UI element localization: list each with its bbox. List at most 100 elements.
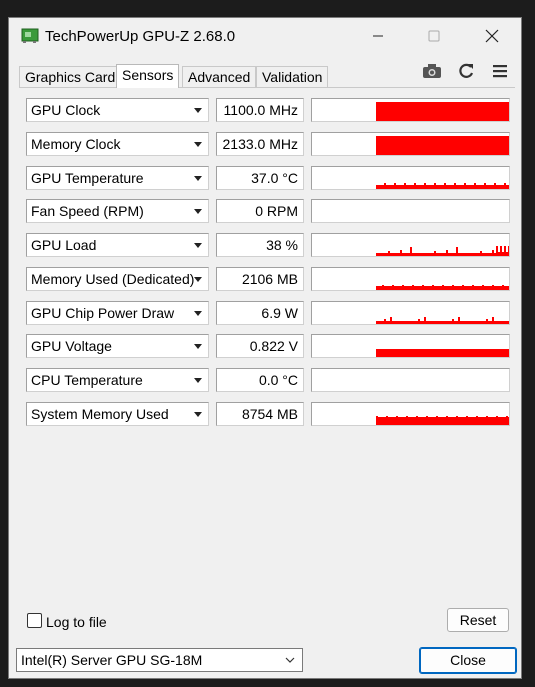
graph-bar — [404, 417, 406, 425]
refresh-button[interactable] — [454, 61, 478, 83]
graph-bar — [380, 102, 382, 121]
minimize-icon — [372, 29, 384, 45]
sensor-name-dropdown[interactable]: Memory Used (Dedicated) — [26, 267, 209, 291]
sensor-name: Fan Speed (RPM) — [31, 203, 144, 219]
graph-bar — [486, 102, 488, 121]
graph-bar — [508, 136, 509, 155]
graph-bar — [454, 349, 456, 357]
log-to-file-checkbox[interactable] — [27, 613, 42, 628]
graph-bar — [428, 286, 430, 290]
gpu-selector-dropdown[interactable]: Intel(R) Server GPU SG-18M — [16, 648, 303, 672]
sensor-name-dropdown[interactable]: GPU Load — [26, 233, 209, 257]
tab-validation[interactable]: Validation — [256, 66, 329, 87]
graph-bar — [450, 253, 452, 256]
graph-bar — [462, 185, 464, 189]
graph-bar — [450, 321, 452, 324]
sensor-name-dropdown[interactable]: Memory Clock — [26, 132, 209, 156]
refresh-icon — [457, 62, 475, 83]
graph-bar — [380, 253, 382, 256]
graph-bar — [404, 253, 406, 256]
graph-bar — [432, 253, 434, 256]
graph-bar — [378, 321, 380, 324]
graph-bar — [438, 417, 440, 425]
graph-bar — [404, 321, 406, 324]
graph-bar — [430, 321, 432, 324]
close-button[interactable]: Close — [419, 647, 517, 674]
sensor-value: 1100.0 MHz — [216, 98, 304, 122]
graph-bar — [382, 417, 384, 425]
reset-button[interactable]: Reset — [447, 608, 509, 632]
sensor-graph — [311, 368, 510, 392]
graph-bar — [484, 286, 486, 290]
tab-advanced[interactable]: Advanced — [182, 66, 257, 87]
graph-bar — [406, 286, 408, 290]
graph-bar — [386, 321, 388, 324]
graph-bar — [446, 416, 448, 425]
graph-bar — [448, 286, 450, 290]
graph-bar — [380, 321, 382, 324]
graph-bar — [462, 285, 464, 290]
graph-bar — [440, 136, 442, 155]
graph-bar — [454, 253, 456, 256]
graph-bar — [386, 136, 388, 155]
sensor-name-dropdown[interactable]: GPU Temperature — [26, 166, 209, 190]
sensor-name-dropdown[interactable]: CPU Temperature — [26, 368, 209, 392]
graph-bar — [404, 136, 406, 155]
graph-bar — [406, 349, 408, 357]
menu-button[interactable] — [488, 61, 512, 83]
minimize-button[interactable] — [355, 18, 401, 56]
sensor-value: 0 RPM — [216, 199, 304, 223]
graph-bar — [402, 285, 404, 290]
graph-bar — [416, 416, 418, 425]
graph-bar — [440, 102, 442, 121]
graph-bar — [482, 321, 484, 324]
graph-bar — [424, 286, 426, 290]
sensor-name-dropdown[interactable]: Fan Speed (RPM) — [26, 199, 209, 223]
graph-bar — [490, 136, 492, 155]
sensor-name-dropdown[interactable]: GPU Clock — [26, 98, 209, 122]
graph-bar — [424, 136, 426, 155]
graph-bar — [504, 321, 506, 324]
graph-bar — [476, 416, 478, 425]
sensor-name-dropdown[interactable]: GPU Voltage — [26, 334, 209, 358]
sensor-name-dropdown[interactable]: GPU Chip Power Draw — [26, 301, 209, 325]
graph-bar — [484, 183, 486, 189]
graph-bar — [384, 319, 386, 324]
graph-bar — [410, 136, 412, 155]
graph-bar — [418, 319, 420, 324]
sensor-graph — [311, 301, 510, 325]
graph-bar — [418, 349, 420, 357]
tab-sensors[interactable]: Sensors — [116, 64, 180, 88]
sensors-panel: GPU Clock 1100.0 MHz Memory Clock 2133.0 MH… — [19, 88, 515, 613]
graph-bar — [472, 349, 474, 357]
close-window-button[interactable] — [469, 18, 515, 56]
graph-bar — [384, 349, 386, 357]
graph-bar — [500, 102, 502, 121]
graph-bar — [468, 286, 470, 290]
graph-bar — [478, 253, 480, 256]
sensor-name-dropdown[interactable]: System Memory Used — [26, 402, 209, 426]
graph-bar — [478, 417, 480, 425]
tab-graphics-card[interactable]: Graphics Card — [19, 66, 122, 87]
graph-bar — [396, 185, 398, 189]
graph-bar — [376, 102, 378, 121]
graph-bar — [400, 250, 402, 256]
graph-bar — [414, 286, 416, 290]
sensor-name: GPU Load — [31, 237, 97, 253]
graph-bar — [466, 102, 468, 121]
graph-bar — [394, 183, 396, 189]
graph-bar — [476, 102, 478, 121]
graph-bar — [380, 417, 382, 425]
graph-bar — [462, 349, 464, 357]
graph-bar — [388, 321, 390, 324]
maximize-button[interactable] — [411, 18, 457, 56]
graph-bar — [500, 246, 502, 256]
graph-bar — [382, 285, 384, 290]
graph-bar — [470, 321, 472, 324]
graph-bar — [448, 102, 450, 121]
graph-bar — [500, 286, 502, 290]
screenshot-button[interactable] — [420, 61, 444, 83]
graph-bar — [490, 253, 492, 256]
graph-bar — [472, 102, 474, 121]
sensor-graph-plot — [312, 369, 509, 391]
